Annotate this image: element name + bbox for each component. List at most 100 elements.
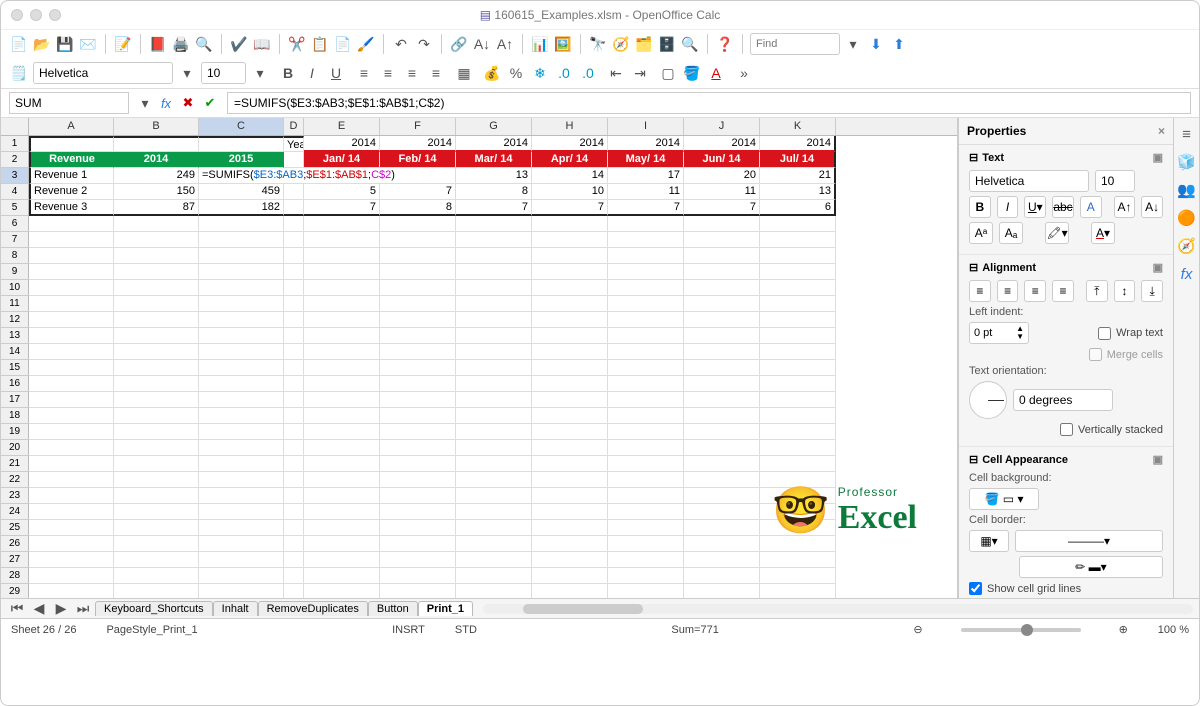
zoom-slider[interactable] [961,628,1081,632]
cell[interactable] [380,568,456,584]
side-bold-icon[interactable]: B [969,196,991,218]
cell[interactable] [284,232,304,248]
cell[interactable] [114,392,199,408]
help-icon[interactable]: ❓ [715,34,735,54]
cell[interactable] [114,584,199,598]
cell[interactable] [304,360,380,376]
cell[interactable] [29,584,114,598]
cell[interactable] [380,456,456,472]
cellbg-picker[interactable]: 🪣 ▭ ▾ [969,488,1039,510]
functions-deck-icon[interactable]: fx [1177,264,1197,284]
row-header[interactable]: 11 [1,296,29,312]
cell[interactable] [199,136,284,152]
cell[interactable] [304,328,380,344]
row-header[interactable]: 19 [1,424,29,440]
merge-cells-icon[interactable]: ▦ [454,63,474,83]
cell[interactable] [284,584,304,598]
align-center-icon[interactable]: ≡ [378,63,398,83]
cell[interactable] [114,472,199,488]
close-panel-icon[interactable]: × [1158,124,1165,138]
cell[interactable] [608,392,684,408]
cell[interactable]: 17 [608,168,684,184]
indent-spinner[interactable]: 0 pt▲▼ [969,322,1029,344]
format-paint-icon[interactable]: 🖌️ [356,34,376,54]
cell[interactable] [608,328,684,344]
cell[interactable] [304,264,380,280]
cell[interactable] [456,424,532,440]
cell[interactable] [380,344,456,360]
cell[interactable] [532,408,608,424]
row-header[interactable]: 18 [1,408,29,424]
cell[interactable] [608,584,684,598]
cell[interactable] [199,472,284,488]
cell[interactable] [608,360,684,376]
cell[interactable] [532,584,608,598]
cell[interactable] [29,536,114,552]
cell[interactable]: May/ 14 [608,152,684,168]
sort-asc-icon[interactable]: A↓ [472,34,492,54]
cell[interactable] [380,472,456,488]
cell[interactable]: Jun/ 14 [684,152,760,168]
cell[interactable] [29,264,114,280]
cell[interactable] [532,568,608,584]
function-wizard-icon[interactable]: fx [156,93,176,113]
cell[interactable] [532,536,608,552]
export-pdf-icon[interactable]: 📕 [148,34,168,54]
cell[interactable] [760,376,836,392]
cell[interactable] [760,584,836,598]
side-highlight-icon[interactable]: 🖍▾ [1045,222,1069,244]
cell[interactable] [456,232,532,248]
cell[interactable] [532,264,608,280]
cell[interactable] [760,232,836,248]
cell[interactable] [456,280,532,296]
row-header[interactable]: 1 [1,136,29,152]
side-font-size[interactable] [1095,170,1135,192]
cell[interactable] [199,232,284,248]
border-color-picker[interactable]: ✏ ▬▾ [1019,556,1163,578]
cell[interactable] [380,392,456,408]
col-header[interactable]: B [114,118,199,135]
align-justify-icon[interactable]: ≡ [426,63,446,83]
section-more-icon[interactable]: ▣ [1153,151,1163,164]
cell[interactable] [684,472,760,488]
side-italic-icon[interactable]: I [997,196,1019,218]
cell[interactable] [380,232,456,248]
cell[interactable] [284,200,304,216]
merge-cells-check[interactable]: Merge cells [1089,348,1163,361]
cell[interactable] [608,424,684,440]
cell[interactable] [532,296,608,312]
cell[interactable] [380,584,456,598]
valign-bottom-icon[interactable]: ⤓ [1141,280,1163,302]
sidebar-settings-icon[interactable]: ≡ [1177,124,1197,144]
row-header[interactable]: 9 [1,264,29,280]
col-header[interactable]: C [199,118,284,135]
halign-right-icon[interactable]: ≡ [1024,280,1046,302]
email-icon[interactable]: ✉️ [78,34,98,54]
font-size-combo[interactable] [201,62,246,84]
spellcheck-icon[interactable]: ✔️ [229,34,249,54]
side-underline-icon[interactable]: U▾ [1024,196,1046,218]
preview-icon[interactable]: 🔍 [194,34,214,54]
cell[interactable] [760,264,836,280]
cell[interactable] [199,552,284,568]
cell[interactable] [684,232,760,248]
cell[interactable]: 7 [380,184,456,200]
cell[interactable] [760,216,836,232]
cell[interactable] [304,504,380,520]
sum-display[interactable]: Sum=771 [671,624,718,636]
currency-icon[interactable]: 💰 [482,63,502,83]
cell[interactable] [114,488,199,504]
cell[interactable] [284,280,304,296]
cell[interactable] [199,264,284,280]
cell[interactable] [760,504,836,520]
cell[interactable] [684,328,760,344]
name-box[interactable] [9,92,129,114]
cell[interactable] [29,440,114,456]
cell[interactable] [199,536,284,552]
cell[interactable] [284,536,304,552]
cell[interactable] [456,392,532,408]
cell[interactable] [284,296,304,312]
cell[interactable] [29,280,114,296]
cell[interactable]: 8 [456,184,532,200]
find-input[interactable] [750,33,840,55]
